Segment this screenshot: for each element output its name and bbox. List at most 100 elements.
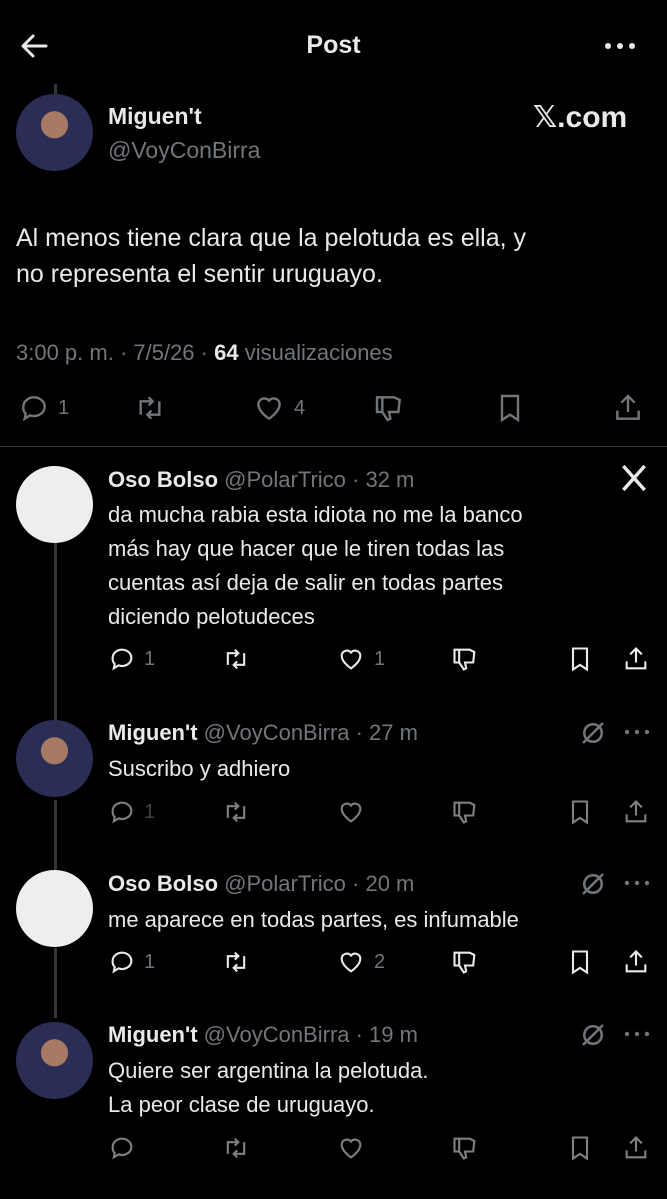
bookmark-button[interactable] [566,798,594,826]
reply-handle: @PolarTrico · 20 m [224,871,415,896]
share-button[interactable] [622,1134,650,1162]
avatar[interactable] [16,1022,93,1099]
repost-button[interactable] [220,948,252,976]
thumbs-down-icon [453,1137,476,1160]
reply-author-name: Oso Bolso [108,467,219,492]
repost-icon [226,801,246,823]
like-button[interactable] [336,798,366,826]
thread-connector [54,84,57,94]
heart-icon [340,802,362,823]
grok-icon[interactable] [578,718,608,748]
more-options-icon[interactable] [622,1024,652,1044]
like-button[interactable]: 2 [336,948,385,976]
share-button[interactable] [622,645,650,673]
reply-handle: @VoyConBirra · 27 m [203,720,418,745]
post-meta: 3:00 p. m. · 7/5/26 · 64 visualizaciones [16,340,393,366]
like-button[interactable]: 4 [252,392,305,424]
share-icon [625,800,647,823]
bookmark-button[interactable] [566,1134,594,1162]
reply-text: Suscribo y adhiero [108,752,628,786]
reply-handle: @PolarTrico · 32 m [224,467,415,492]
post-text-line: no representa el sentir uruguayo. [16,260,383,288]
reply-text: Quiere ser argentina la pelotuda. La peo… [108,1054,628,1122]
dislike-button[interactable] [450,798,480,826]
share-icon [616,394,640,420]
reply-author-name: Oso Bolso [108,871,219,896]
reply-text-line: Suscribo y adhiero [108,756,291,781]
page-title: Post [306,31,361,59]
repost-button[interactable] [220,798,252,826]
share-button[interactable] [622,948,650,976]
reply-icon [111,1137,133,1160]
reply-button[interactable]: 1 [18,392,69,424]
reply-button[interactable]: 1 [108,645,155,673]
dislike-button[interactable] [450,1134,480,1162]
bookmark-button[interactable] [494,392,526,424]
reply-button[interactable]: 1 [108,798,155,826]
bookmark-button[interactable] [566,948,594,976]
like-button[interactable]: 1 [336,645,385,673]
divider [0,446,667,447]
grok-icon[interactable] [578,1020,608,1050]
reply-text-line: más hay que hacer que le tiren todas las [108,536,505,561]
share-icon [625,950,647,973]
reply-icon [111,951,133,974]
bookmark-icon [571,647,589,672]
reply-count: 1 [144,800,156,823]
share-button[interactable] [612,392,644,424]
reply-author[interactable]: Oso Bolso @PolarTrico · 32 m [108,467,414,493]
repost-button[interactable] [132,392,168,424]
view-count: 64 [214,340,239,365]
dislike-button[interactable] [450,645,480,673]
thumbs-down-icon [453,951,476,974]
reply-text-line: me aparece en todas partes, es infumable [108,907,519,932]
bookmark-button[interactable] [566,645,594,673]
reply-count: 1 [144,950,156,973]
reply-actions: 1 1 [0,645,667,685]
reply-text-line: cuentas así deja de salir en todas parte… [108,570,504,595]
reply-actions [0,1134,667,1174]
dislike-button[interactable] [450,948,480,976]
avatar[interactable] [16,720,93,797]
repost-button[interactable] [220,1134,252,1162]
reply-handle: @VoyConBirra · 19 m [203,1022,418,1047]
reply-button[interactable] [108,1134,136,1162]
avatar[interactable] [16,466,93,543]
reply-author-name: Miguen't [108,720,198,745]
top-bar: Post [0,0,667,94]
heart-icon [257,397,281,421]
heart-icon [340,649,362,670]
more-options-icon[interactable] [600,34,640,58]
like-button[interactable] [336,1134,366,1162]
more-options-icon[interactable] [622,873,652,893]
reply-author-name: Miguen't [108,1022,198,1047]
thumbs-down-icon [375,396,401,422]
reply-author[interactable]: Miguen't @VoyConBirra · 27 m [108,720,418,746]
post-text-line: Al menos tiene clara que la pelotuda es … [16,224,527,252]
thread-connector [54,525,57,720]
repost-icon [226,951,246,973]
share-button[interactable] [622,798,650,826]
share-icon [625,1136,647,1159]
reply-author[interactable]: Oso Bolso @PolarTrico · 20 m [108,871,414,897]
more-options-icon[interactable] [622,722,652,742]
post-timestamp: 3:00 p. m. · 7/5/26 · [16,340,215,365]
dislike-button[interactable] [372,392,406,424]
reply-author[interactable]: Miguen't @VoyConBirra · 19 m [108,1022,418,1048]
reply-actions: 1 [0,798,667,838]
reply-button[interactable]: 1 [108,948,155,976]
heart-icon [340,952,362,973]
avatar[interactable] [16,94,93,171]
reply-text-line: diciendo pelotudeces [108,604,315,629]
reply-text: me aparece en todas partes, es infumable [108,903,628,937]
repost-button[interactable] [220,645,252,673]
author-name[interactable]: Miguen't [108,103,202,130]
avatar[interactable] [16,870,93,947]
heart-icon [340,1138,362,1159]
bookmark-icon [500,394,520,423]
post-text: Al menos tiene clara que la pelotuda es … [16,220,646,292]
author-handle[interactable]: @VoyConBirra [108,137,260,164]
grok-icon[interactable] [578,869,608,899]
repost-icon [226,648,246,670]
thumbs-down-icon [453,801,476,824]
